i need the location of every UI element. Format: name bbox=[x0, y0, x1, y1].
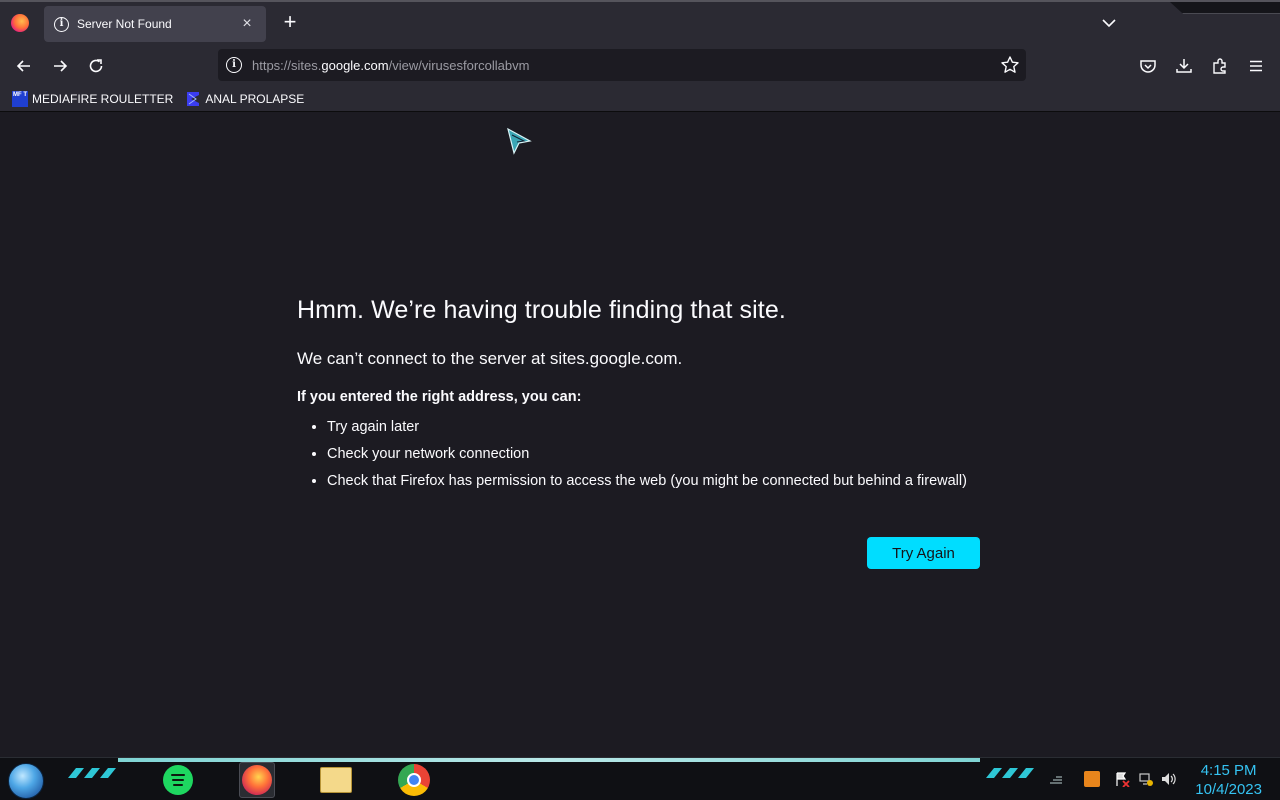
taskbar-firefox[interactable] bbox=[239, 762, 275, 798]
network-icon[interactable] bbox=[1138, 771, 1154, 787]
bookmark-star-icon[interactable] bbox=[1000, 55, 1020, 75]
nav-bar: i https://sites.google.com/view/virusesf… bbox=[0, 44, 1280, 86]
new-tab-button[interactable]: + bbox=[278, 11, 302, 35]
taskbar-spotify[interactable] bbox=[160, 762, 196, 798]
puzzle-icon bbox=[1213, 58, 1226, 74]
download-icon bbox=[1176, 59, 1192, 73]
bookmarks-toolbar: MF T MEDIAFIRE ROULETTER ANAL PROLAPSE bbox=[0, 86, 1280, 112]
app-menu-button[interactable] bbox=[1242, 52, 1270, 80]
error-subtitle: We can’t connect to the server at sites.… bbox=[297, 349, 683, 368]
action-center-flag-icon[interactable] bbox=[1114, 771, 1130, 787]
volume-icon[interactable] bbox=[1160, 771, 1176, 787]
taskbar-chrome[interactable] bbox=[396, 762, 432, 798]
try-again-button[interactable]: Try Again bbox=[867, 537, 980, 569]
tray-app-icon[interactable] bbox=[1084, 771, 1100, 787]
firefox-icon bbox=[242, 765, 272, 795]
back-button[interactable] bbox=[10, 52, 38, 80]
spotify-icon bbox=[163, 765, 193, 795]
pocket-icon bbox=[1140, 60, 1156, 73]
arrow-left-icon bbox=[16, 60, 30, 72]
taskbar-file-explorer[interactable] bbox=[318, 762, 354, 798]
tab-title: Server Not Found bbox=[77, 17, 172, 31]
error-message: Hmm. We’re having trouble finding that s… bbox=[297, 296, 997, 500]
tab-strip: i Server Not Found × + bbox=[0, 0, 1280, 44]
bookmark-mediafire-rouletter[interactable]: MF T MEDIAFIRE ROULETTER bbox=[12, 90, 174, 107]
suggestion-list: Try again later Check your network conne… bbox=[327, 419, 997, 490]
url-bar[interactable]: i https://sites.google.com/view/virusesf… bbox=[218, 49, 1026, 81]
bookmark-label: MEDIAFIRE ROULETTER bbox=[32, 91, 174, 106]
clock-time: 4:15 PM bbox=[1200, 762, 1257, 779]
chevron-down-icon[interactable] bbox=[1100, 14, 1118, 32]
pocket-button[interactable] bbox=[1134, 52, 1162, 80]
chrome-icon bbox=[398, 764, 430, 796]
taskbar-clock[interactable]: 4:15 PM 10/4/2023 bbox=[1195, 761, 1262, 799]
mediafire-favicon-icon: MF T bbox=[12, 90, 28, 107]
chevron-decoration-icon bbox=[986, 768, 1034, 778]
chevron-decoration-icon bbox=[68, 768, 116, 778]
taskbar: 4:15 PM 10/4/2023 bbox=[0, 757, 1280, 800]
site-info-icon[interactable]: i bbox=[226, 57, 242, 73]
downloads-button[interactable] bbox=[1170, 52, 1198, 80]
tab-server-not-found[interactable]: i Server Not Found × bbox=[44, 6, 266, 42]
show-hidden-icons-icon[interactable] bbox=[1048, 771, 1064, 787]
extensions-button[interactable] bbox=[1206, 52, 1234, 80]
forward-button[interactable] bbox=[46, 52, 74, 80]
hamburger-menu-icon bbox=[1250, 60, 1262, 72]
mouse-cursor-icon bbox=[507, 127, 532, 155]
clock-date: 10/4/2023 bbox=[1195, 781, 1262, 798]
list-item: Check that Firefox has permission to acc… bbox=[327, 473, 997, 490]
arrow-right-icon bbox=[54, 60, 68, 72]
tab-close-icon[interactable]: × bbox=[238, 15, 256, 33]
firefox-icon[interactable] bbox=[11, 14, 29, 32]
bookmark-anal-prolapse[interactable]: ANAL PROLAPSE bbox=[185, 91, 304, 107]
error-hint: If you entered the right address, you ca… bbox=[297, 389, 582, 405]
bookmark-label: ANAL PROLAPSE bbox=[205, 91, 305, 106]
url-text[interactable]: https://sites.google.com/view/virusesfor… bbox=[252, 58, 529, 73]
sigma-favicon-icon bbox=[187, 91, 200, 106]
error-page: Hmm. We’re having trouble finding that s… bbox=[0, 113, 1280, 757]
reload-icon bbox=[89, 59, 103, 73]
window-decoration bbox=[1170, 2, 1280, 14]
start-button[interactable] bbox=[8, 763, 44, 799]
reload-button[interactable] bbox=[82, 52, 110, 80]
list-item: Check your network connection bbox=[327, 446, 997, 463]
info-icon: i bbox=[54, 16, 69, 32]
file-explorer-icon bbox=[320, 767, 352, 793]
error-title: Hmm. We’re having trouble finding that s… bbox=[297, 296, 786, 324]
list-item: Try again later bbox=[327, 419, 997, 436]
